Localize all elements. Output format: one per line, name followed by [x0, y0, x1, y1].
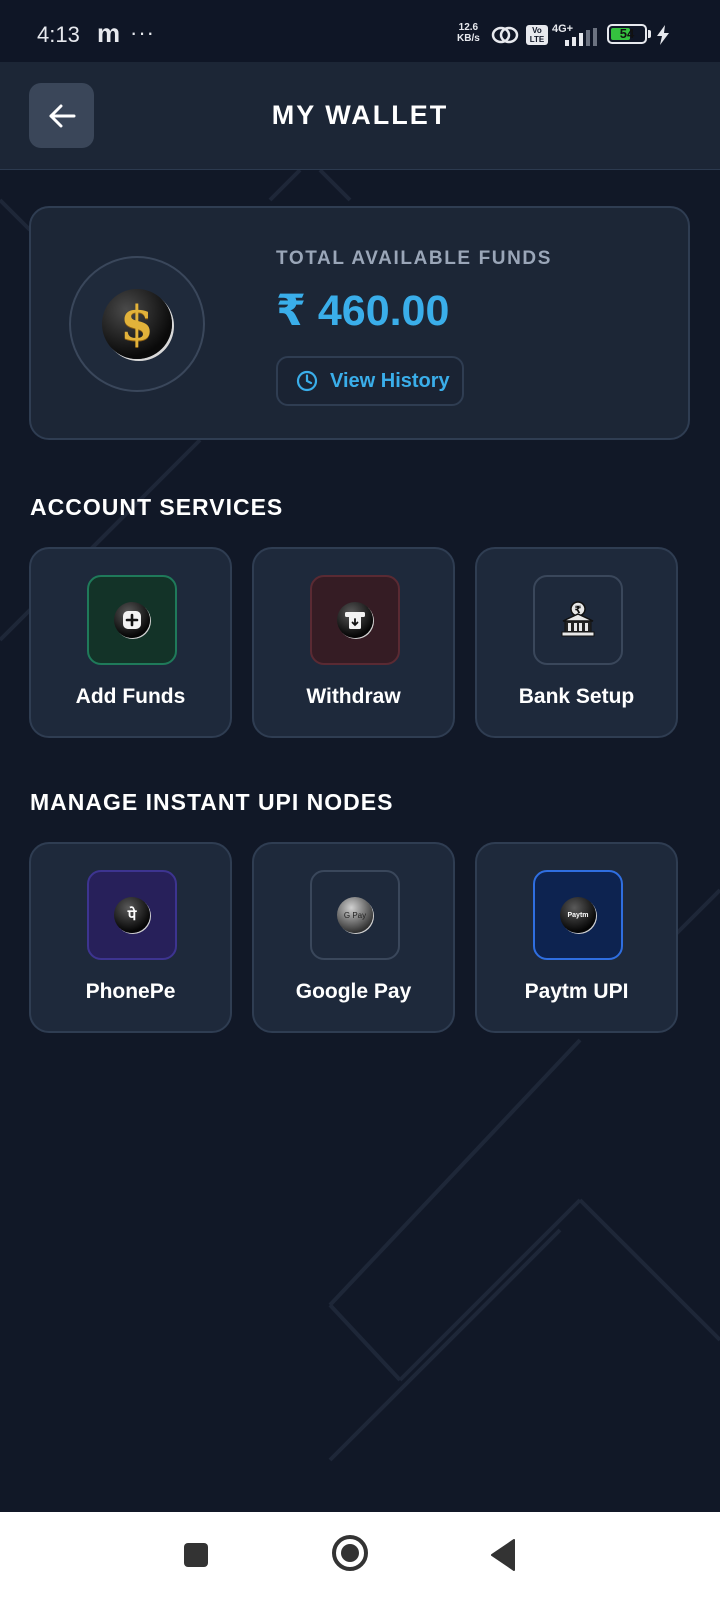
signal-icon	[565, 28, 597, 46]
system-back-button[interactable]	[490, 1539, 516, 1571]
phonepe-label: PhonePe	[85, 980, 176, 1003]
volte-label: Vo LTE	[529, 26, 545, 44]
paytm-label: Paytm UPI	[524, 980, 629, 1003]
bank-setup-tile[interactable]: ₹ Bank Setup	[475, 547, 678, 738]
status-time: 4:13	[37, 22, 80, 47]
bank-setup-icon-box: ₹	[533, 575, 623, 665]
more-notifications-icon: ···	[130, 20, 155, 45]
section-title-upi-nodes: MANAGE INSTANT UPI NODES	[30, 789, 394, 815]
plus-icon	[114, 602, 150, 638]
system-nav-bar	[0, 1512, 720, 1600]
funds-amount: ₹ 460.00	[276, 287, 450, 335]
section-title-account-services: ACCOUNT SERVICES	[30, 494, 284, 520]
bank-icon: ₹	[561, 601, 595, 637]
app-header: MY WALLET	[0, 62, 720, 170]
funds-label: TOTAL AVAILABLE FUNDS	[276, 248, 553, 269]
balance-card: $ TOTAL AVAILABLE FUNDS ₹ 460.00 View Hi…	[29, 206, 690, 440]
charging-icon	[657, 25, 669, 45]
view-history-label: View History	[330, 369, 450, 392]
withdraw-tile[interactable]: Withdraw	[252, 547, 455, 738]
google-pay-label: Google Pay	[295, 980, 412, 1003]
withdraw-label: Withdraw	[306, 685, 401, 708]
clock-icon	[296, 370, 318, 392]
status-bar: 4:13 m ··· 12.6 KB/s Vo LTE 4G+ 54	[0, 0, 720, 62]
withdraw-icon-box	[310, 575, 400, 665]
page-title: MY WALLET	[271, 100, 449, 130]
atm-withdraw-icon	[337, 602, 373, 638]
network-speed: 12.6 KB/s	[457, 22, 480, 44]
network-speed-unit: KB/s	[457, 33, 480, 44]
battery-tip	[648, 30, 651, 38]
add-funds-tile[interactable]: Add Funds	[29, 547, 232, 738]
view-history-button[interactable]: View History	[276, 356, 464, 406]
phonepe-tile[interactable]: पे PhonePe	[29, 842, 232, 1033]
battery-icon: 54	[607, 24, 647, 44]
volte-icon: Vo LTE	[526, 25, 548, 45]
triangle-back-icon	[491, 1539, 515, 1571]
battery-level: 54	[619, 26, 635, 41]
bank-setup-label: Bank Setup	[518, 685, 635, 708]
dollar-coin-icon: $	[102, 289, 172, 359]
coin-badge: $	[69, 256, 205, 392]
google-pay-glyph: G Pay	[343, 910, 367, 920]
add-funds-label: Add Funds	[75, 685, 186, 708]
paytm-icon: Paytm	[560, 897, 596, 933]
google-pay-icon: G Pay	[337, 897, 373, 933]
network-speed-value: 12.6	[458, 22, 479, 33]
paytm-glyph: Paytm	[567, 911, 589, 919]
home-button[interactable]	[331, 1534, 369, 1572]
phonepe-icon-box: पे	[87, 870, 177, 960]
app-notification-icon: m	[97, 18, 121, 48]
phonepe-glyph: पे	[127, 906, 137, 924]
add-funds-icon-box	[87, 575, 177, 665]
phonepe-icon: पे	[114, 897, 150, 933]
recents-button[interactable]	[183, 1542, 209, 1568]
square-icon	[184, 1543, 208, 1567]
hotspot-link-icon	[491, 26, 519, 44]
paytm-tile[interactable]: Paytm Paytm UPI	[475, 842, 678, 1033]
google-pay-tile[interactable]: G Pay Google Pay	[252, 842, 455, 1033]
google-pay-icon-box: G Pay	[310, 870, 400, 960]
paytm-icon-box: Paytm	[533, 870, 623, 960]
circle-icon	[332, 1535, 368, 1571]
